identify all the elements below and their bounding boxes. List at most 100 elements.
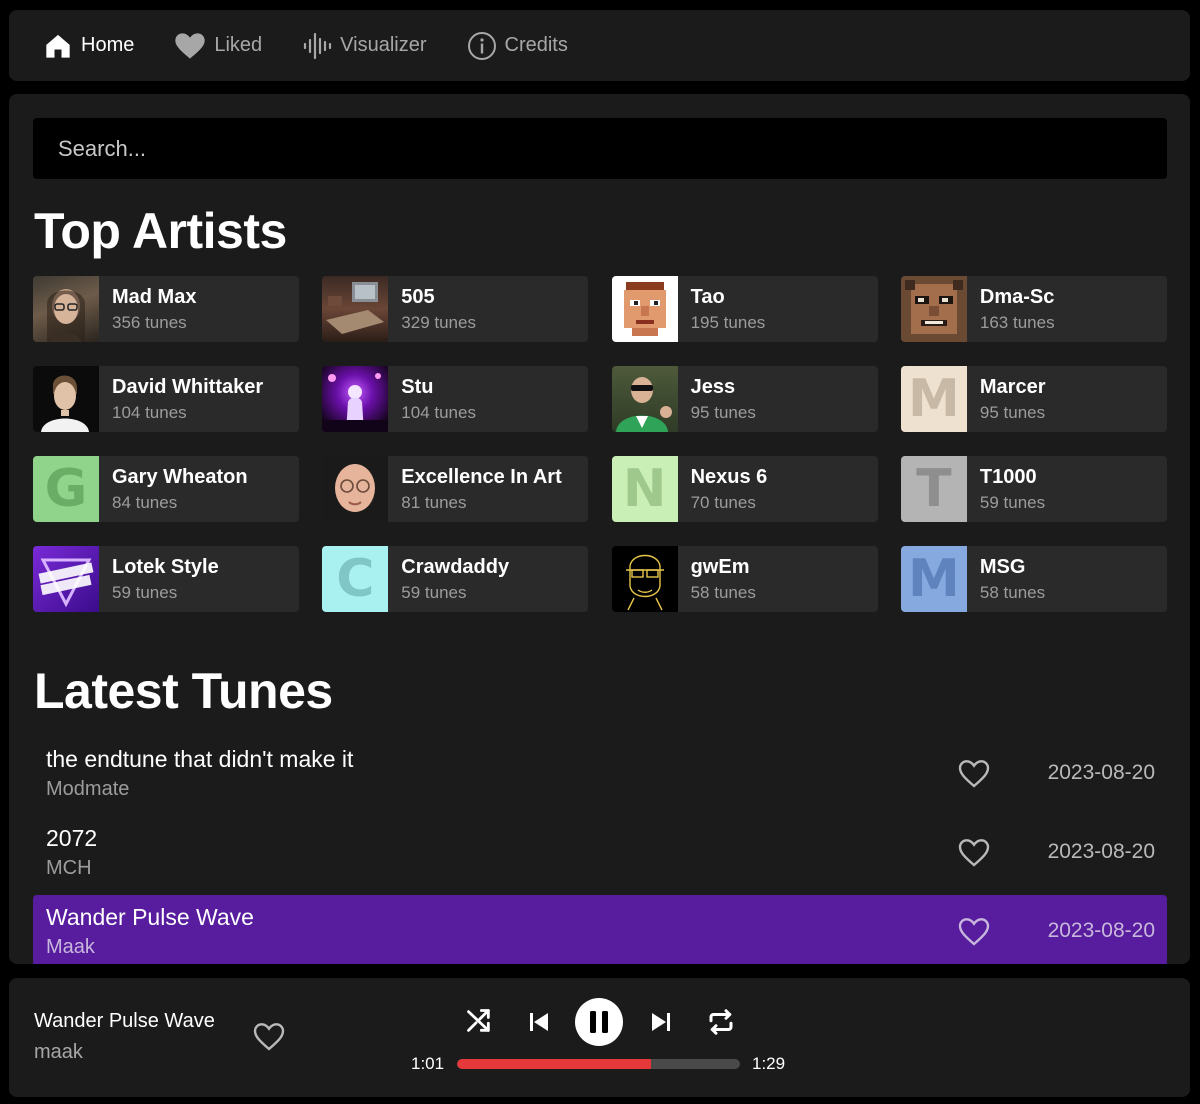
avatar-letter: M bbox=[908, 369, 960, 429]
heart-outline-icon[interactable] bbox=[958, 917, 990, 947]
artist-avatar: N bbox=[611, 456, 678, 522]
artist-tune-count: 58 tunes bbox=[690, 582, 756, 602]
avatar-letter: N bbox=[622, 459, 667, 519]
progress-bar[interactable] bbox=[457, 1059, 740, 1069]
current-time: 1:01 bbox=[411, 1054, 445, 1073]
artist-name: MSG bbox=[979, 555, 1026, 578]
artist-card[interactable]: Dma-Sc 163 tunes bbox=[900, 276, 1167, 342]
total-time: 1:29 bbox=[752, 1054, 786, 1073]
artist-avatar: G bbox=[33, 456, 99, 522]
artist-avatar bbox=[33, 366, 99, 432]
top-artists-grid: Mad Max 356 tunes 505 329 tunes Tao 195 … bbox=[33, 276, 1167, 612]
artist-card[interactable]: T T1000 59 tunes bbox=[900, 456, 1167, 522]
waveform-icon bbox=[302, 31, 332, 61]
home-icon bbox=[43, 31, 73, 61]
artist-name: 505 bbox=[401, 285, 435, 308]
artist-avatar: C bbox=[322, 546, 389, 612]
avatar-letter: M bbox=[908, 549, 960, 609]
avatar-letter: G bbox=[44, 459, 88, 519]
avatar-letter: C bbox=[336, 549, 375, 609]
nav-home-label: Home bbox=[81, 34, 135, 56]
artist-name: Marcer bbox=[979, 375, 1046, 398]
shuffle-icon[interactable] bbox=[464, 1006, 494, 1036]
artist-card[interactable]: Tao 195 tunes bbox=[611, 276, 878, 342]
artist-card[interactable]: M Marcer 95 tunes bbox=[900, 366, 1167, 432]
heart-outline-icon[interactable] bbox=[958, 838, 990, 868]
tune-date: 2023-08-20 bbox=[1047, 840, 1155, 863]
main-panel: Top Artists Mad Max 356 tunes 505 329 tu… bbox=[9, 94, 1190, 964]
tune-title: Wander Pulse Wave bbox=[46, 903, 254, 930]
nav-credits[interactable]: Credits bbox=[467, 31, 568, 61]
artist-name: Nexus 6 bbox=[690, 465, 768, 488]
artist-name: Gary Wheaton bbox=[112, 465, 248, 488]
artist-card[interactable]: C Crawdaddy 59 tunes bbox=[322, 546, 589, 612]
artist-avatar bbox=[611, 546, 678, 612]
artist-name: Excellence In Art bbox=[401, 465, 562, 488]
artist-card[interactable]: N Nexus 6 70 tunes bbox=[611, 456, 878, 522]
nav-home[interactable]: Home bbox=[43, 31, 134, 61]
artist-tune-count: 329 tunes bbox=[401, 312, 476, 332]
artist-avatar bbox=[33, 276, 99, 342]
artist-card[interactable]: gwEm 58 tunes bbox=[611, 546, 878, 612]
player-bar: Wander Pulse Wave maak 1:01 1:29 bbox=[9, 978, 1190, 1097]
previous-icon[interactable] bbox=[525, 1008, 553, 1036]
nav-credits-label: Credits bbox=[504, 34, 568, 56]
artist-card[interactable]: Stu 104 tunes bbox=[322, 366, 589, 432]
progress-fill bbox=[457, 1059, 651, 1069]
tune-row[interactable]: the endtune that didn't make it Modmate … bbox=[33, 737, 1167, 808]
heart-outline-icon[interactable] bbox=[253, 1022, 285, 1052]
tune-artist: MCH bbox=[46, 856, 92, 879]
artist-avatar: M bbox=[900, 546, 967, 612]
nav-visualizer-label: Visualizer bbox=[340, 34, 427, 56]
tune-row[interactable]: 2072 MCH 2023-08-20 bbox=[33, 816, 1167, 887]
artist-tune-count: 104 tunes bbox=[401, 402, 476, 422]
nav-liked-label: Liked bbox=[214, 34, 263, 56]
tune-title: 2072 bbox=[46, 824, 98, 851]
artist-card[interactable]: David Whittaker 104 tunes bbox=[33, 366, 299, 432]
info-icon bbox=[467, 31, 497, 61]
artist-name: Mad Max bbox=[112, 285, 197, 308]
artist-tune-count: 70 tunes bbox=[690, 492, 756, 512]
now-playing-artist: maak bbox=[34, 1041, 83, 1063]
pause-button[interactable] bbox=[575, 998, 623, 1046]
artist-name: Dma-Sc bbox=[979, 285, 1055, 308]
heart-outline-icon[interactable] bbox=[958, 759, 990, 789]
artist-card[interactable]: 505 329 tunes bbox=[322, 276, 589, 342]
tune-row-playing[interactable]: Wander Pulse Wave Maak 2023-08-20 bbox=[33, 895, 1167, 964]
nav-liked[interactable]: Liked bbox=[174, 31, 262, 61]
artist-card[interactable]: Excellence In Art 81 tunes bbox=[322, 456, 589, 522]
artist-tune-count: 95 tunes bbox=[979, 402, 1046, 422]
artist-tune-count: 195 tunes bbox=[690, 312, 766, 332]
repeat-icon[interactable] bbox=[705, 1006, 737, 1038]
artist-avatar bbox=[900, 276, 967, 342]
artist-avatar bbox=[322, 456, 389, 522]
nav-visualizer[interactable]: Visualizer bbox=[302, 31, 427, 61]
tune-artist: Maak bbox=[46, 935, 95, 958]
artist-tune-count: 58 tunes bbox=[979, 582, 1046, 602]
artist-tune-count: 59 tunes bbox=[112, 582, 178, 602]
tune-title: the endtune that didn't make it bbox=[46, 745, 354, 772]
artist-card[interactable]: Mad Max 356 tunes bbox=[33, 276, 299, 342]
artist-card[interactable]: Jess 95 tunes bbox=[611, 366, 878, 432]
heart-icon bbox=[174, 31, 206, 61]
artist-tune-count: 356 tunes bbox=[112, 312, 187, 332]
artist-avatar: T bbox=[900, 456, 967, 522]
artist-avatar bbox=[33, 546, 99, 612]
artist-name: David Whittaker bbox=[112, 375, 264, 398]
now-playing-title: Wander Pulse Wave bbox=[34, 1010, 215, 1032]
artist-card[interactable]: Lotek Style 59 tunes bbox=[33, 546, 299, 612]
artist-tune-count: 163 tunes bbox=[979, 312, 1055, 332]
artist-card[interactable]: G Gary Wheaton 84 tunes bbox=[33, 456, 299, 522]
artist-card[interactable]: M MSG 58 tunes bbox=[900, 546, 1167, 612]
search-input[interactable] bbox=[33, 118, 1167, 179]
artist-name: Tao bbox=[690, 285, 725, 308]
artist-name: Jess bbox=[690, 375, 736, 398]
tune-artist: Modmate bbox=[46, 777, 130, 800]
artist-avatar bbox=[322, 366, 389, 432]
artist-avatar bbox=[611, 276, 678, 342]
artist-tune-count: 104 tunes bbox=[112, 402, 187, 422]
artist-tune-count: 95 tunes bbox=[690, 402, 756, 422]
artist-tune-count: 59 tunes bbox=[401, 582, 467, 602]
artist-name: Crawdaddy bbox=[401, 555, 510, 578]
next-icon[interactable] bbox=[647, 1008, 675, 1036]
